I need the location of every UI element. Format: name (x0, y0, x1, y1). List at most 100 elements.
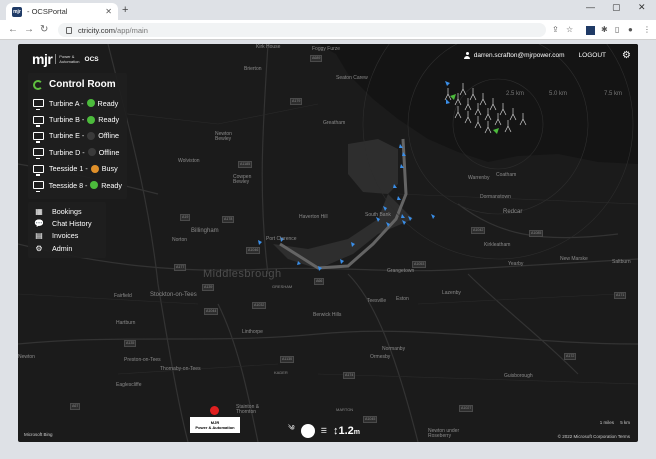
station-name: Turbine A - (49, 98, 84, 108)
road-label: A1045 (363, 416, 378, 423)
control-room-item[interactable]: Turbine A - Ready (33, 95, 122, 111)
url-path: /app/main (114, 25, 148, 35)
map-label: Foggy Furze (312, 46, 341, 52)
map-label: Yearby (508, 261, 524, 267)
station-status: Ready (101, 180, 122, 190)
status-dot (87, 115, 96, 124)
menu-item-chat-history[interactable]: 💬 Chat History (34, 217, 100, 229)
menu-item-bookings[interactable]: ▦ Bookings (34, 205, 100, 217)
monitor-icon (33, 181, 44, 193)
map-label: Newton (18, 354, 35, 360)
range-ring-label: 2.5 km (506, 91, 525, 97)
map-label: Eston (396, 296, 409, 302)
map-label: Preston-on-Tees (124, 357, 161, 363)
monitor-icon (33, 99, 44, 111)
back-icon[interactable]: ← (8, 24, 18, 35)
sidepanel-icon[interactable]: ▯ (615, 25, 619, 34)
map-label: Seaton Carew (336, 75, 368, 81)
map-label: Saltburn (612, 259, 631, 265)
monitor-icon (33, 115, 44, 127)
tab-close-icon[interactable]: ✕ (105, 7, 112, 16)
road-label: A1085 (529, 230, 544, 237)
address-input[interactable]: ctricity.com/app/main (58, 23, 546, 37)
road-label: A1130 (280, 356, 295, 363)
map-label: Berwick Hills (313, 312, 342, 318)
profile-icon[interactable]: ● (628, 25, 633, 34)
menu-item-admin[interactable]: ⚙ Admin (34, 242, 100, 254)
map-label: Stockton-on-Tees (150, 292, 197, 298)
chat-icon: 💬 (34, 218, 44, 228)
status-dot (86, 99, 95, 108)
wind-icon[interactable]: ༄ (288, 421, 295, 440)
control-room-item[interactable]: Teesside 8 - Ready (33, 177, 122, 193)
logo-subtitle: Power & Automation (55, 54, 80, 64)
map-label: Brierton (244, 66, 262, 72)
puzzle-icon[interactable]: ✱ (601, 25, 608, 34)
road-label: A1053 (412, 261, 427, 268)
control-room-panel: Control Room Turbine A - Ready Turbine B -… (28, 73, 127, 199)
forward-icon[interactable]: → (24, 24, 34, 35)
maximize-button[interactable]: ▢ (612, 2, 621, 13)
road-label: A1032 (252, 302, 267, 309)
map-label: Redcar (503, 209, 523, 215)
menu-label: Bookings (52, 206, 82, 216)
extension-icon[interactable] (586, 26, 595, 35)
map-label: Cowpen Bewley (233, 174, 252, 185)
logout-button[interactable]: LOGOUT (579, 52, 606, 59)
monitor-icon (33, 164, 44, 176)
station-name: Teesside 1 - (49, 164, 88, 174)
reload-icon[interactable]: ↻ (40, 24, 48, 35)
map-label: Billingham (191, 228, 219, 234)
map-label: Teesville (367, 298, 387, 304)
control-room-item[interactable]: Turbine B - Ready (33, 111, 122, 127)
menu-item-invoices[interactable]: ▤ Invoices (34, 230, 100, 242)
bookmark-star-icon[interactable]: ☆ (566, 25, 573, 34)
new-tab-button[interactable]: + (122, 4, 128, 16)
favicon: mjr (12, 6, 22, 17)
road-label: A67 (70, 403, 81, 410)
map-label: KADER (274, 370, 288, 375)
road-label: A139 (202, 284, 215, 291)
road-label: A171 (614, 292, 627, 299)
map-label: Coatham (496, 172, 517, 178)
status-dot (87, 148, 96, 157)
road-label: A177 (174, 264, 187, 271)
settings-gear-icon[interactable]: ⚙ (622, 50, 631, 61)
map-label: Greatham (323, 120, 346, 126)
map-label: Newton under Roseberry (428, 428, 460, 439)
map-label: Newton Bewley (215, 131, 232, 142)
logo-mark: mjr (32, 51, 53, 67)
share-icon[interactable]: ⇪ (552, 25, 559, 34)
document-icon: ▤ (35, 231, 43, 241)
user-account[interactable]: darren.scrafton@mjrpower.com (464, 52, 565, 59)
browser-tabbar: mjr - OCSPortal ✕ + — ▢ ✕ (0, 0, 656, 20)
window-close-button[interactable]: ✕ (638, 2, 646, 13)
control-room-title: Control Room (49, 79, 116, 90)
status-dot (90, 181, 99, 190)
layers-icon[interactable]: ☰ (321, 427, 327, 435)
control-room-item[interactable]: Teesside 1 - Busy (33, 161, 122, 177)
map-title: Middlesbrough (203, 268, 282, 280)
user-email: darren.scrafton@mjrpower.com (473, 52, 565, 59)
control-room-item[interactable]: Turbine D - Offline (33, 144, 122, 160)
map-scale: 1 miles 5 km (599, 420, 630, 425)
app-logo[interactable]: mjr Power & Automation OCS (32, 51, 99, 67)
calendar-icon: ▦ (35, 206, 43, 216)
station-name: Teesside 8 - (48, 180, 88, 190)
play-button[interactable] (300, 423, 315, 438)
monitor-icon (33, 148, 44, 160)
map-label: Wolviston (178, 158, 200, 164)
map-label: Dormanstown (480, 194, 511, 200)
browser-tab[interactable]: mjr - OCSPortal ✕ (6, 3, 118, 20)
menu-kebab-icon[interactable]: ⋮ (643, 25, 651, 34)
monitor-icon (33, 131, 44, 143)
map-label: Stainton & Thornton (236, 404, 260, 415)
company-location-marker[interactable]: MJR Power & Automation (190, 406, 240, 433)
road-label: A174 (343, 372, 356, 379)
minimize-button[interactable]: — (586, 2, 595, 12)
status-dot (90, 164, 99, 173)
station-name: Turbine E - (49, 131, 85, 141)
lock-icon (66, 26, 72, 34)
control-room-item[interactable]: Turbine E - Offline (33, 128, 122, 144)
road-label: A1185 (238, 161, 253, 168)
